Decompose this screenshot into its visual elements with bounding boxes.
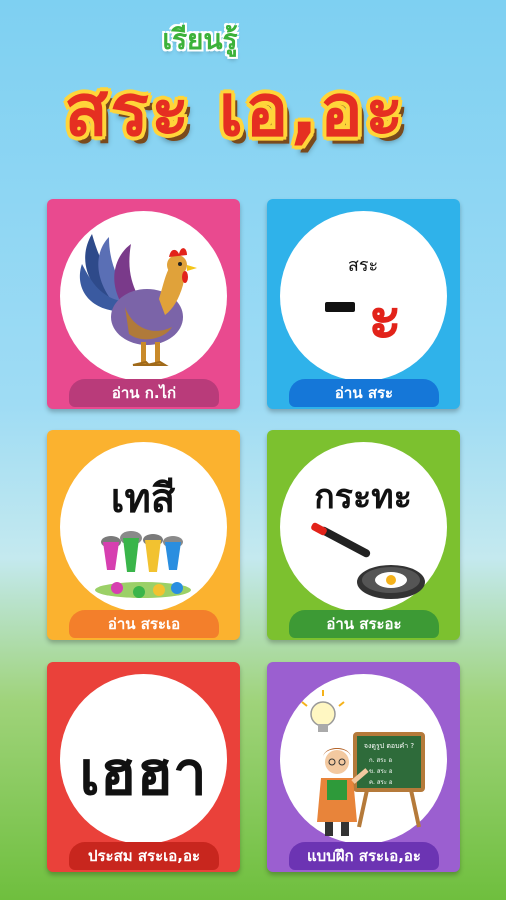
menu-card-read-sara-a[interactable]: กระทะ อ่าน สระอะ [267,430,460,640]
card-label: ประสม สระเอ,อะ [69,842,219,870]
board-line-1: ก. สระ อ [369,757,392,764]
card-label: อ่าน สระอะ [289,610,439,638]
teacher-board-icon: จงดูรูป ตอบคำ ? ก. สระ อ ข. สระ อ ค. สระ… [301,690,425,836]
vowel-card-icon: สระ ะ [325,255,402,355]
card-label: อ่าน สระ [289,379,439,407]
board-line-2: ข. สระ อ [369,768,393,775]
menu-grid: อ่าน ก.ไก่ สระ ะ อ่าน สระ เทสี อ่าน สระเ… [0,0,506,900]
menu-card-read-sara-e[interactable]: เทสี อ่าน สระเอ [47,430,240,640]
card-word: เฮฮา [79,739,206,809]
vowel-card-text: สระ [348,255,378,276]
board-title: จงดูรูป ตอบคำ ? [364,742,415,750]
rooster-icon [79,234,197,366]
card-word: เทสี [111,476,176,522]
frying-pan-icon: กระทะ [311,477,425,599]
menu-card-practice[interactable]: จงดูรูป ตอบคำ ? ก. สระ อ ข. สระ อ ค. สระ… [267,662,460,872]
paint-buckets-icon: เทสี [95,476,191,598]
card-word: กระทะ [314,477,412,517]
vowel-card-vowel: ะ [368,281,402,355]
card-label: อ่าน ก.ไก่ [69,379,219,407]
menu-card-read-vowels[interactable]: สระ ะ อ่าน สระ [267,199,460,409]
menu-card-read-consonants[interactable]: อ่าน ก.ไก่ [47,199,240,409]
menu-card-combine[interactable]: เฮฮา ประสม สระเอ,อะ [47,662,240,872]
board-line-3: ค. สระ อ [369,779,393,786]
card-label: อ่าน สระเอ [69,610,219,638]
hecha-word-icon: เฮฮา [79,739,206,809]
card-label: แบบฝึก สระเอ,อะ [289,842,439,870]
